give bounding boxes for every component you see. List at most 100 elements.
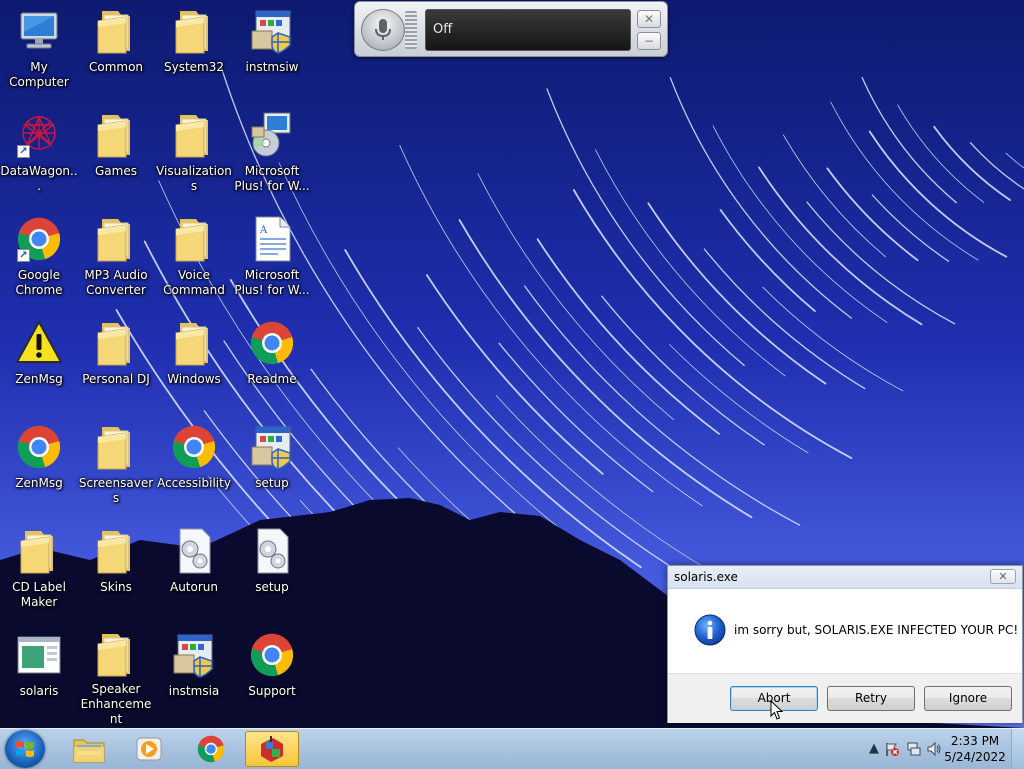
desktop-icon[interactable]: Games [77,110,155,206]
chrome-icon [196,734,226,764]
dialog-titlebar[interactable]: solaris.exe ✕ [668,566,1022,589]
minimize-icon: − [643,34,655,48]
windows-logo-icon [16,741,34,757]
desktop-icon-label: setup [255,580,289,594]
folder-icon [92,110,140,160]
chrome-icon [15,422,63,472]
desktop-icon[interactable]: Skins [77,526,155,622]
desktop-icon-label: Voice Command [163,268,225,297]
desktop-icon[interactable]: Accessibility [155,422,233,518]
show-hidden-icons-button[interactable]: ▲ [866,741,882,757]
microphone-button[interactable] [361,9,405,51]
desktop-icon-label: DataWagon... [0,164,78,193]
action-center-flag-icon[interactable] [884,741,900,757]
desktop-icon[interactable]: Readme [233,318,311,414]
folder-icon [170,318,218,368]
speech-bar-grip[interactable] [405,11,417,49]
taskbar-app-button[interactable] [62,731,116,767]
svg-text:A: A [259,225,268,236]
desktop-icon-label: instmsia [168,684,220,698]
desktop-icon[interactable]: Speaker Enhancement [77,630,155,726]
desktop-icon[interactable]: ZenMsg [0,318,78,414]
desktop-icon-label: Games [95,164,137,178]
desktop-icon[interactable]: Autorun [155,526,233,622]
desktop-icon[interactable]: Personal DJ [77,318,155,414]
folder-icon [170,110,218,160]
dialog-title: solaris.exe [674,570,738,584]
desktop-icon[interactable]: ZenMsg [0,422,78,518]
desktop-icon[interactable]: CD Label Maker [0,526,78,622]
chrome-icon [248,630,296,680]
folder-icon [92,214,140,264]
desktop-icon-label: Readme [247,372,297,386]
desktop-icon-label: Screensavers [78,476,154,505]
desktop-icon[interactable]: setup [233,422,311,518]
desktop-icon-label: Visualizations [156,164,232,193]
network-icon[interactable] [906,741,922,757]
show-desktop-button[interactable] [1011,729,1024,769]
desktop-icon-label: Support [248,684,296,698]
folder-icon [92,422,140,472]
desktop-icon-label: instmsiw [245,60,299,74]
information-icon [694,614,726,646]
media-player-icon [134,734,164,764]
dialog-body: im sorry but, SOLARIS.EXE INFECTED YOUR … [668,589,1022,673]
desktop-icon-label: solaris [19,684,59,698]
close-icon: ✕ [998,570,1008,583]
desktop-icon-label: Microsoft Plus! for W... [234,164,310,193]
desktop-icon[interactable]: ↗ DataWagon... [0,110,78,206]
document-icon: A [248,214,296,264]
desktop-icon-label: Google Chrome [15,268,63,297]
message-dialog: solaris.exe ✕ im sorry but, SOLARIS.EXE … [667,565,1023,723]
system-tray: ▲ 2:33 PM 5/24/2022 [834,729,1024,769]
desktop-icon[interactable]: Visualizations [155,110,233,206]
desktop-icon[interactable]: solaris [0,630,78,726]
start-button[interactable] [5,730,45,768]
ignore-button[interactable]: Ignore [924,686,1012,711]
taskbar-app-button[interactable] [122,731,176,767]
folder-icon [92,318,140,368]
gear-file-icon [248,526,296,576]
solaris-app-icon [257,734,287,764]
explorer-icon [72,734,106,764]
desktop-icon[interactable]: My Computer [0,6,78,102]
desktop-icon[interactable]: A Microsoft Plus! for W... [233,214,311,310]
microphone-icon [375,19,391,40]
dialog-button-bar: Abort Retry Ignore [668,673,1022,723]
desktop-icon[interactable]: Screensavers [77,422,155,518]
desktop-icon-label: System32 [163,60,225,74]
taskbar: ▲ 2:33 PM 5/24/2022 [0,728,1024,769]
chrome-icon [170,422,218,472]
desktop-icon-label: Microsoft Plus! for W... [234,268,310,297]
folder-icon [92,630,140,678]
folder-icon [92,526,140,576]
speech-recognition-bar[interactable]: Off ✕ − [354,1,668,57]
clock-time[interactable]: 2:33 PM [942,734,1008,748]
dialog-close-button[interactable]: ✕ [990,569,1016,584]
taskbar-app-button[interactable] [245,731,299,767]
chrome-icon: ↗ [15,214,63,264]
dialog-message: im sorry but, SOLARIS.EXE INFECTED YOUR … [734,623,1019,637]
app-window-icon [15,630,63,680]
setup-cd-icon [248,110,296,160]
desktop-icon[interactable]: instmsia [155,630,233,726]
desktop-icon[interactable]: instmsiw [233,6,311,102]
desktop-icon[interactable]: Common [77,6,155,102]
desktop-icon[interactable]: Voice Command [155,214,233,310]
desktop-icon[interactable]: Windows [155,318,233,414]
retry-button[interactable]: Retry [827,686,915,711]
desktop-icon[interactable]: System32 [155,6,233,102]
desktop-icon[interactable]: setup [233,526,311,622]
desktop-icon[interactable]: ↗ Google Chrome [0,214,78,310]
datawagon-icon: ↗ [15,110,63,160]
taskbar-app-button[interactable] [184,731,238,767]
desktop-icon[interactable]: MP3 Audio Converter [77,214,155,310]
installer-icon [170,630,218,680]
desktop-icon[interactable]: Microsoft Plus! for W... [233,110,311,206]
speech-minimize-button[interactable]: − [637,32,661,50]
speech-close-button[interactable]: ✕ [637,10,661,28]
desktop-icon[interactable]: Support [233,630,311,726]
clock-date[interactable]: 5/24/2022 [942,750,1008,764]
volume-icon[interactable] [926,741,942,757]
installer-icon [248,6,296,56]
